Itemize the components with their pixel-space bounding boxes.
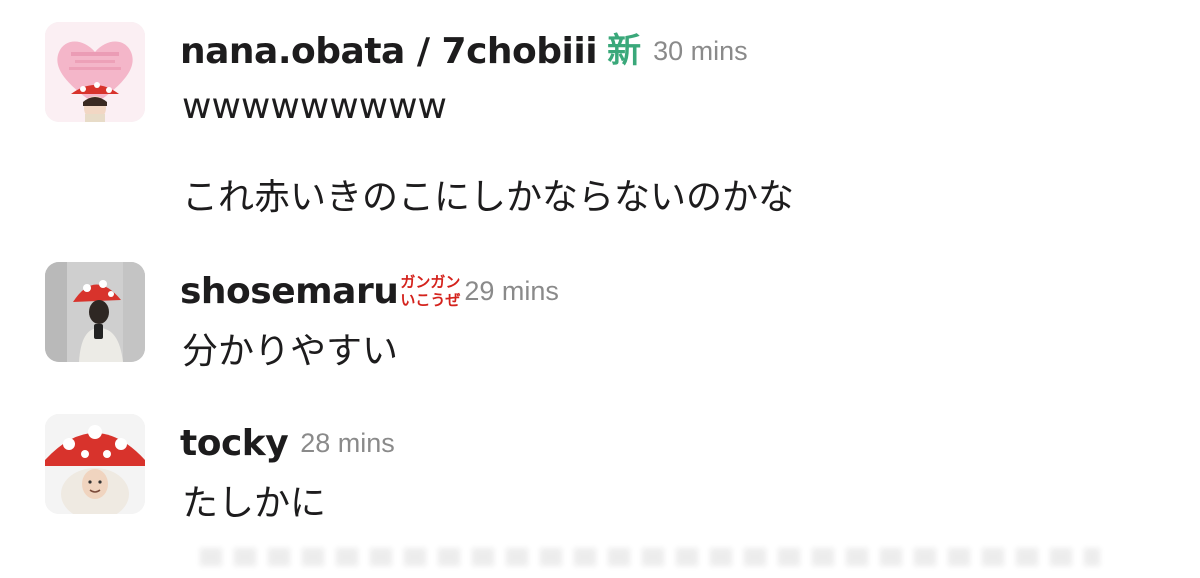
mushroom-costume-icon	[45, 414, 145, 514]
timestamp[interactable]: 28 mins	[300, 428, 395, 459]
pink-heart-mushroom-icon	[45, 22, 145, 122]
message-header: nana.obata / 7chobiii 新 30 mins	[180, 26, 748, 76]
message-text: wwwwwwwww	[182, 86, 447, 127]
username[interactable]: nana.obata / 7chobiii	[180, 31, 598, 72]
message-text: たしかに	[182, 483, 327, 524]
message-header: shosemaru ガンガン いこうぜ 29 mins	[180, 266, 559, 316]
username[interactable]: tocky	[180, 423, 289, 464]
avatar[interactable]	[45, 262, 145, 362]
status-emoji-line: ガンガン	[400, 273, 461, 291]
faded-message-text	[200, 548, 1100, 566]
avatar[interactable]	[45, 414, 145, 514]
username[interactable]: shosemaru	[180, 271, 399, 312]
timestamp[interactable]: 29 mins	[464, 276, 559, 307]
message-header: tocky 28 mins	[180, 418, 395, 468]
gangan-ikouze-icon: ガンガン いこうぜ	[400, 269, 460, 313]
status-emoji-line: いこうぜ	[400, 291, 461, 309]
status-emoji: ガンガン いこうぜ	[400, 269, 460, 313]
message-text: 分かりやすい	[182, 331, 399, 372]
message-text: これ赤いきのこにしかならないのかな	[182, 177, 795, 218]
timestamp[interactable]: 30 mins	[653, 36, 748, 67]
message-feed: nana.obata / 7chobiii 新 30 mins wwwwwwww…	[0, 0, 1200, 578]
new-badge-icon: 新	[607, 31, 642, 71]
status-emoji: 新	[607, 34, 641, 68]
mushroom-selfie-icon	[45, 262, 145, 362]
avatar[interactable]	[45, 22, 145, 122]
